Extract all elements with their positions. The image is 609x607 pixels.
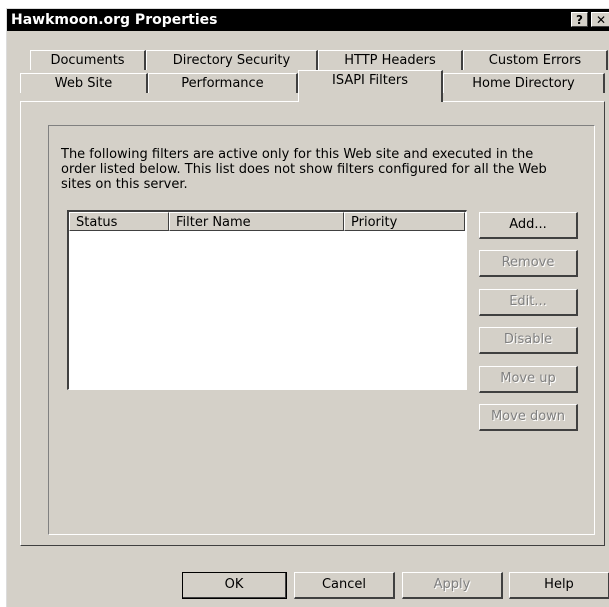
- move-up-button[interactable]: Move up: [479, 366, 578, 393]
- tab-web-site[interactable]: Web Site: [20, 73, 148, 93]
- edit-button-label: Edit...: [509, 294, 547, 309]
- add-button-label: Add...: [509, 217, 547, 232]
- apply-button-label: Apply: [433, 577, 471, 592]
- help-icon[interactable]: ?: [571, 12, 588, 27]
- cancel-button-label: Cancel: [321, 577, 367, 592]
- disable-button[interactable]: Disable: [479, 327, 578, 354]
- tab-isapi-filters[interactable]: ISAPI Filters: [298, 70, 443, 102]
- column-filter-name[interactable]: Filter Name: [169, 212, 344, 231]
- column-status[interactable]: Status: [69, 212, 169, 231]
- disable-button-label: Disable: [503, 332, 553, 347]
- properties-dialog: Hawkmoon.org Properties ? ✕ Documents Di…: [6, 8, 609, 607]
- apply-button[interactable]: Apply: [402, 572, 503, 599]
- help-button[interactable]: Help: [509, 572, 609, 599]
- remove-button[interactable]: Remove: [479, 250, 578, 277]
- column-priority[interactable]: Priority: [344, 212, 465, 231]
- filters-list[interactable]: Status Filter Name Priority: [67, 210, 467, 390]
- move-down-button[interactable]: Move down: [479, 404, 578, 431]
- tab-custom-errors[interactable]: Custom Errors: [463, 50, 608, 70]
- tab-http-headers[interactable]: HTTP Headers: [318, 50, 463, 70]
- ok-button-label: OK: [224, 577, 244, 592]
- title-bar[interactable]: Hawkmoon.org Properties ? ✕: [7, 9, 609, 31]
- tab-documents[interactable]: Documents: [30, 50, 146, 70]
- tab-panel: The following filters are active only fo…: [20, 101, 605, 546]
- cancel-button[interactable]: Cancel: [294, 572, 395, 599]
- filters-description: The following filters are active only fo…: [61, 147, 547, 192]
- add-button[interactable]: Add...: [479, 212, 578, 239]
- move-up-button-label: Move up: [500, 371, 556, 386]
- close-icon[interactable]: ✕: [591, 12, 609, 27]
- remove-button-label: Remove: [501, 255, 555, 270]
- move-down-button-label: Move down: [490, 409, 566, 424]
- window-title: Hawkmoon.org Properties: [11, 12, 218, 28]
- tab-directory-security[interactable]: Directory Security: [146, 50, 318, 70]
- edit-button[interactable]: Edit...: [479, 289, 578, 316]
- tab-home-directory[interactable]: Home Directory: [443, 73, 605, 93]
- ok-button[interactable]: OK: [182, 572, 287, 599]
- help-button-label: Help: [544, 577, 574, 592]
- tab-performance[interactable]: Performance: [148, 73, 298, 93]
